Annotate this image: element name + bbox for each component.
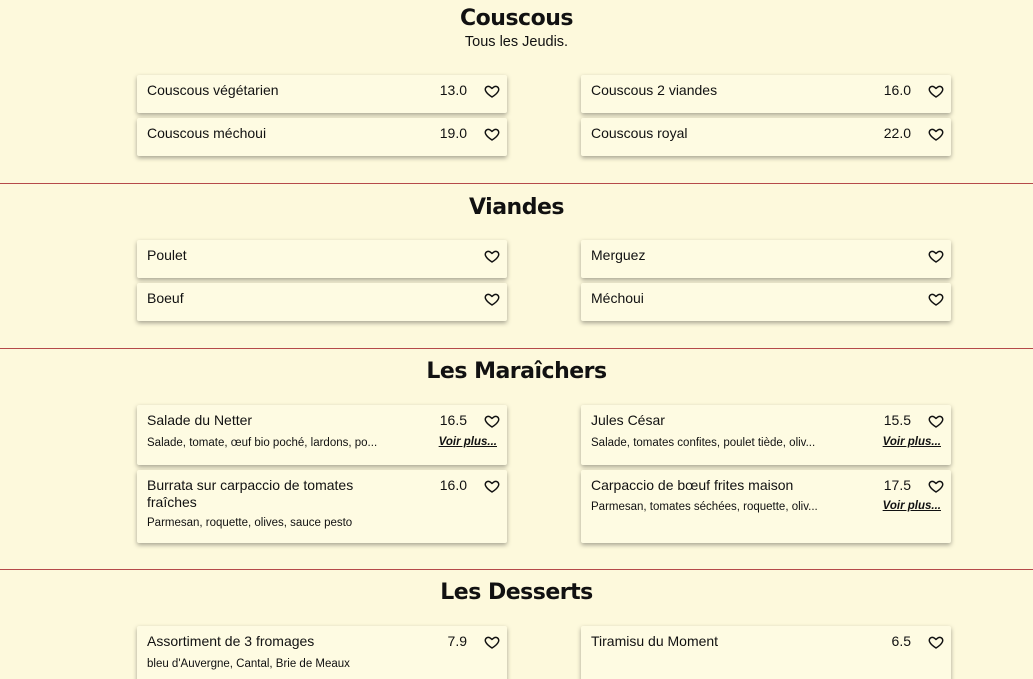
heart-icon[interactable] bbox=[484, 126, 500, 142]
menu-item-card[interactable]: Salade du Netter 16.5 Salade, tomate, œu… bbox=[137, 405, 507, 465]
heart-icon[interactable] bbox=[484, 478, 500, 494]
see-more-link[interactable]: Voir plus... bbox=[883, 500, 941, 512]
section-divider bbox=[0, 569, 1033, 570]
menu-item-card[interactable]: Couscous royal 22.0 bbox=[581, 118, 951, 156]
item-name: Jules César bbox=[591, 412, 665, 428]
menu-item-card[interactable]: Burrata sur carpaccio de tomates fraîche… bbox=[137, 470, 507, 543]
item-price: 22.0 bbox=[883, 125, 911, 141]
item-price: 16.5 bbox=[439, 412, 467, 428]
item-name: Méchoui bbox=[591, 290, 644, 306]
heart-icon[interactable] bbox=[484, 634, 500, 650]
item-price: 17.5 bbox=[883, 477, 911, 493]
heart-icon[interactable] bbox=[484, 248, 500, 264]
item-price: 16.0 bbox=[883, 82, 911, 98]
item-name: Couscous méchoui bbox=[147, 125, 267, 141]
item-price: 16.0 bbox=[439, 477, 467, 493]
item-name: Couscous végétarien bbox=[147, 82, 279, 98]
heart-icon[interactable] bbox=[484, 83, 500, 99]
menu-item-card[interactable]: Méchoui bbox=[581, 283, 951, 321]
section-title: Les Maraîchers bbox=[426, 359, 607, 384]
section-subtitle: Tous les Jeudis. bbox=[464, 34, 569, 50]
menu-item-card[interactable]: Couscous 2 viandes 16.0 bbox=[581, 75, 951, 113]
section-desserts: Les Desserts bbox=[0, 580, 1033, 605]
item-name: Poulet bbox=[147, 247, 187, 263]
see-more-link[interactable]: Voir plus... bbox=[883, 436, 941, 448]
menu-item-card[interactable]: Jules César 15.5 Salade, tomates confite… bbox=[581, 405, 951, 465]
menu-page: Couscous Tous les Jeudis. Couscous végét… bbox=[0, 0, 1033, 679]
heart-icon[interactable] bbox=[928, 478, 944, 494]
see-more-link[interactable]: Voir plus... bbox=[439, 436, 497, 448]
menu-item-card[interactable]: Merguez bbox=[581, 240, 951, 278]
item-description: Parmesan, tomates séchées, roquette, oli… bbox=[591, 501, 818, 513]
heart-icon[interactable] bbox=[484, 413, 500, 429]
menu-item-card[interactable]: Couscous méchoui 19.0 bbox=[137, 118, 507, 156]
item-price: 19.0 bbox=[439, 125, 467, 141]
heart-icon[interactable] bbox=[484, 291, 500, 307]
heart-icon[interactable] bbox=[928, 248, 944, 264]
item-name: Boeuf bbox=[147, 290, 184, 306]
item-name: Burrata sur carpaccio de tomates fraîche… bbox=[147, 477, 354, 510]
item-name: Tiramisu du Moment bbox=[591, 633, 719, 649]
item-name: Salade du Netter bbox=[147, 412, 253, 428]
section-viandes: Viandes bbox=[0, 195, 1033, 220]
menu-item-card[interactable]: Carpaccio de bœuf frites maison 17.5 Par… bbox=[581, 470, 951, 543]
menu-item-card[interactable]: Assortiment de 3 fromages 7.9 bleu d'Auv… bbox=[137, 626, 507, 679]
menu-item-card[interactable]: Couscous végétarien 13.0 bbox=[137, 75, 507, 113]
menu-item-card[interactable]: Poulet bbox=[137, 240, 507, 278]
heart-icon[interactable] bbox=[928, 126, 944, 142]
item-description: Salade, tomate, œuf bio poché, lardons, … bbox=[147, 437, 378, 449]
item-price: 13.0 bbox=[439, 82, 467, 98]
heart-icon[interactable] bbox=[928, 634, 944, 650]
menu-item-card[interactable]: Boeuf bbox=[137, 283, 507, 321]
heart-icon[interactable] bbox=[928, 83, 944, 99]
item-description: bleu d'Auvergne, Cantal, Brie de Meaux bbox=[147, 658, 350, 670]
menu-item-card[interactable]: Tiramisu du Moment 6.5 bbox=[581, 626, 951, 679]
item-description: Salade, tomates confites, poulet tiède, … bbox=[591, 437, 816, 449]
section-divider bbox=[0, 183, 1033, 184]
heart-icon[interactable] bbox=[928, 291, 944, 307]
section-divider bbox=[0, 348, 1033, 349]
item-name: Merguez bbox=[591, 247, 646, 263]
item-price: 6.5 bbox=[891, 633, 911, 649]
section-maraichers: Les Maraîchers bbox=[0, 359, 1033, 384]
heart-icon[interactable] bbox=[928, 413, 944, 429]
item-name: Carpaccio de bœuf frites maison bbox=[591, 477, 794, 493]
item-price: 7.9 bbox=[447, 633, 467, 649]
section-title: Viandes bbox=[469, 195, 564, 220]
item-name: Couscous royal bbox=[591, 125, 688, 141]
item-name: Couscous 2 viandes bbox=[591, 82, 718, 98]
item-price: 15.5 bbox=[883, 412, 911, 428]
item-description: Parmesan, roquette, olives, sauce pesto bbox=[147, 517, 353, 529]
section-couscous: Couscous Tous les Jeudis. bbox=[0, 6, 1033, 50]
item-name: Assortiment de 3 fromages bbox=[147, 633, 315, 649]
section-title: Couscous bbox=[460, 6, 573, 31]
section-title: Les Desserts bbox=[440, 580, 593, 605]
